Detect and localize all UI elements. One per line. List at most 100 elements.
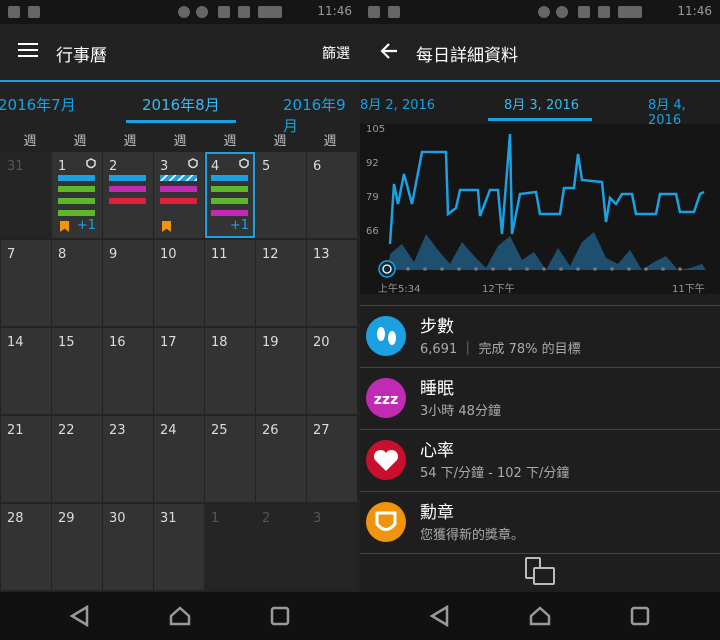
calendar-day[interactable]: 4 +1 (205, 152, 255, 238)
calendar-day[interactable]: 21 (1, 416, 51, 502)
day-number: 2 (262, 511, 271, 526)
day-number: 31 (7, 159, 24, 174)
more-events-label[interactable]: +1 (230, 218, 249, 233)
status-bar: 11:46 (0, 0, 360, 24)
timeline-dot (559, 267, 563, 271)
page-title: 行事曆 (56, 46, 107, 66)
image-notification-icon (28, 6, 40, 18)
date-tab-next[interactable]: 8月 4, 2016 (648, 94, 720, 128)
app-bar: 每日詳細資料 (360, 24, 720, 80)
calendar-day[interactable]: 25 (205, 416, 255, 502)
home-nav-icon[interactable] (528, 604, 552, 628)
date-tab-current[interactable]: 8月 3, 2016 (504, 94, 579, 113)
summary-icon-circle: zzz (366, 378, 406, 418)
calendar-day[interactable]: 30 (103, 504, 153, 590)
calendar-day[interactable]: 16 (103, 328, 153, 414)
calendar-day[interactable]: 24 (154, 416, 204, 502)
date-tab-prev[interactable]: 8月 2, 2016 (360, 94, 435, 113)
calendar-day[interactable]: 2 (256, 504, 306, 590)
summary-row-sleep[interactable]: zzz 睡眠 3小時 48分鐘 (360, 367, 720, 430)
calendar-day[interactable]: 12 (256, 240, 306, 326)
badge-icon (375, 511, 397, 531)
summary-title: 勳章 (420, 503, 454, 523)
calendar-day[interactable]: 29 (52, 504, 102, 590)
back-arrow-icon[interactable] (380, 42, 398, 60)
summary-title: 步數 (420, 317, 454, 337)
notification-icon (8, 6, 20, 18)
calendar-day[interactable]: 10 (154, 240, 204, 326)
calendar-day[interactable]: 9 (103, 240, 153, 326)
calendar-day[interactable]: 14 (1, 328, 51, 414)
back-nav-icon[interactable] (68, 604, 92, 628)
share-icon[interactable] (524, 556, 556, 586)
summary-row-badge[interactable]: 勳章您獲得新的獎章。 (360, 491, 720, 554)
timeline-dot (542, 267, 546, 271)
calendar-day[interactable]: 11 (205, 240, 255, 326)
month-tab-july[interactable]: 2016年7月 (0, 94, 76, 115)
dnd-icon (556, 6, 568, 18)
day-number: 2 (109, 159, 118, 174)
calendar-day[interactable]: 17 (154, 328, 204, 414)
calendar-day[interactable]: 19 (256, 328, 306, 414)
recents-nav-icon[interactable] (628, 604, 652, 628)
calendar-day[interactable]: 31 (1, 152, 51, 238)
appbar-divider (0, 80, 360, 82)
week-header: 週 (123, 134, 137, 149)
heart-rate-line (388, 133, 705, 245)
heart-rate-chart[interactable]: 105 92 79 66 上午5:34 12下午 11下午 (360, 124, 720, 296)
calendar-day[interactable]: 13 (307, 240, 357, 326)
summary-row-heart[interactable]: 心率 54 下/分鐘 - 102 下/分鐘 (360, 429, 720, 492)
activity-bar (211, 210, 248, 216)
calendar-day[interactable]: 26 (256, 416, 306, 502)
calendar-day[interactable]: 1 (205, 504, 255, 590)
activity-bar (160, 198, 197, 204)
calendar-day[interactable]: 3 (307, 504, 357, 590)
month-selector[interactable]: 2016年7月 2016年8月 2016年9月 (0, 90, 360, 135)
summary-row-steps[interactable]: 步數 6,691 ｜ 完成 78% 的目標 (360, 305, 720, 368)
daily-detail-screen: 11:46 每日詳細資料 8月 2, 2016 8月 3, 2016 8月 4,… (360, 0, 720, 640)
summary-icon-circle (366, 502, 406, 542)
calendar-day[interactable]: 8 (52, 240, 102, 326)
day-number: 9 (109, 247, 118, 262)
bluetooth-icon (178, 6, 190, 18)
date-selector[interactable]: 8月 2, 2016 8月 3, 2016 8月 4, 2016 (360, 88, 720, 128)
day-number: 31 (160, 511, 177, 526)
day-number: 21 (7, 423, 24, 438)
calendar-day[interactable]: 28 (1, 504, 51, 590)
day-number: 8 (58, 247, 67, 262)
calendar-day[interactable]: 15 (52, 328, 102, 414)
summary-subtitle: 您獲得新的獎章。 (420, 528, 525, 543)
day-number: 16 (109, 335, 126, 350)
month-tab-august[interactable]: 2016年8月 (142, 94, 220, 115)
day-number: 12 (262, 247, 279, 262)
day-number: 30 (109, 511, 126, 526)
calendar-day[interactable]: 6 (307, 152, 357, 238)
day-number: 11 (211, 247, 228, 262)
calendar-day[interactable]: 3 (154, 152, 204, 238)
timeline-dot (678, 267, 682, 271)
x-axis-label: 11下午 (672, 282, 705, 295)
achievement-icon (86, 158, 96, 169)
calendar-day[interactable]: 18 (205, 328, 255, 414)
activity-bar (58, 210, 95, 216)
calendar-day[interactable]: 2 (103, 152, 153, 238)
timeline-dot (440, 267, 444, 271)
calendar-day[interactable]: 5 (256, 152, 306, 238)
recents-nav-icon[interactable] (268, 604, 292, 628)
calendar-day[interactable]: 7 (1, 240, 51, 326)
back-nav-icon[interactable] (428, 604, 452, 628)
notification-icon (368, 6, 380, 18)
calendar-day[interactable]: 31 (154, 504, 204, 590)
calendar-day[interactable]: 1 +1 (52, 152, 102, 238)
calendar-day[interactable]: 20 (307, 328, 357, 414)
calendar-day[interactable]: 27 (307, 416, 357, 502)
home-nav-icon[interactable] (168, 604, 192, 628)
menu-icon[interactable] (18, 42, 38, 58)
summary-icon-circle (366, 316, 406, 356)
signal-icon (238, 6, 250, 18)
calendar-day[interactable]: 22 (52, 416, 102, 502)
filter-button[interactable]: 篩選 (322, 43, 350, 63)
day-number: 29 (58, 511, 75, 526)
more-events-label[interactable]: +1 (77, 218, 96, 233)
calendar-day[interactable]: 23 (103, 416, 153, 502)
